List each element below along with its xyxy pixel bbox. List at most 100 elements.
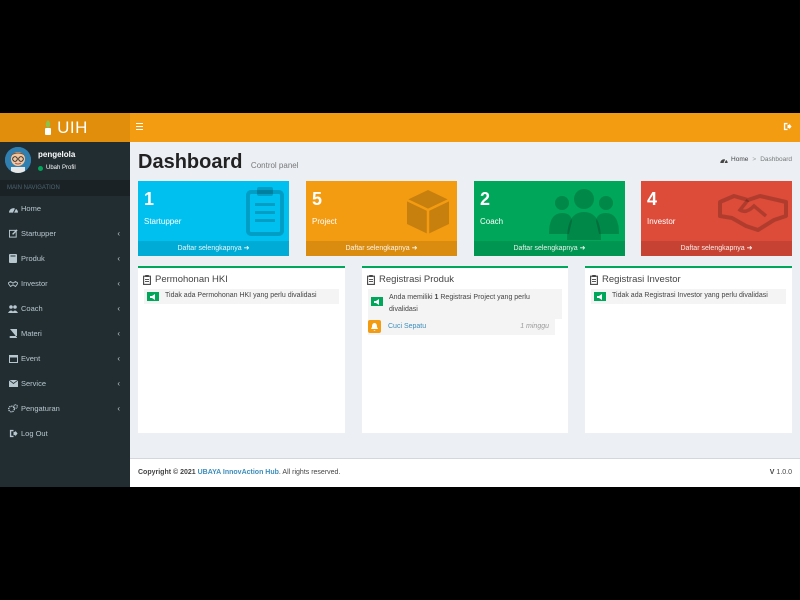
stat-count: 5 — [312, 189, 323, 209]
book-icon — [8, 254, 18, 264]
sidebar-item-label: Home — [21, 204, 42, 213]
sign-out-icon[interactable] — [783, 122, 792, 131]
stat-more-label: Daftar selengkapnya — [177, 245, 242, 252]
page-subtitle: Control panel — [250, 161, 299, 170]
sidebar-item-pengaturan[interactable]: Pengaturan ‹ — [0, 396, 130, 421]
edit-profile-link[interactable]: Ubah Profil — [38, 165, 76, 171]
alert-message: Anda memiliki 1 Registrasi Project yang … — [368, 289, 562, 319]
stat-more-label: Daftar selengkapnya — [345, 245, 410, 252]
stat-more-link[interactable]: Daftar selengkapnya ➜ — [641, 241, 792, 256]
list-item[interactable]: Cuci Sepatu 1 minggu — [368, 318, 555, 335]
alert-text: Tidak ada Registrasi Investor yang perlu… — [612, 292, 768, 299]
logo-icon — [45, 120, 52, 135]
clipboard-icon — [246, 187, 284, 236]
handshake-icon — [8, 279, 18, 289]
stat-box-startupper: 1 Startupper Daftar selengkapnya ➜ — [138, 181, 289, 256]
sidebar-item-coach[interactable]: Coach ‹ — [0, 296, 130, 321]
breadcrumb: Home > Dashboard — [720, 156, 792, 163]
sidebar-item-label: Produk — [21, 254, 45, 263]
stat-label: Project — [312, 217, 337, 226]
logo[interactable]: UIH — [0, 113, 130, 142]
stat-box-investor: 4 Investor Daftar selengkapnya ➜ — [641, 181, 792, 256]
stat-more-link[interactable]: Daftar selengkapnya ➜ — [138, 241, 289, 256]
chevron-left-icon: ‹ — [117, 279, 120, 288]
stat-box-coach: 2 Coach Daftar selengkapnya ➜ — [474, 181, 625, 256]
online-status-icon — [38, 165, 43, 171]
alert-message: Tidak ada Permohonan HKI yang perlu diva… — [144, 289, 339, 304]
edit-profile-label: Ubah Profil — [46, 165, 76, 171]
chevron-left-icon: ‹ — [117, 379, 120, 388]
chevron-left-icon: ‹ — [117, 354, 120, 363]
app-window: UIH pengelola Ubah Profil MAIN NAVIGATIO… — [0, 113, 800, 487]
users-icon — [8, 304, 18, 314]
breadcrumb-home[interactable]: Home — [731, 156, 748, 163]
stat-count: 2 — [480, 189, 491, 209]
sidebar-item-logout[interactable]: Log Out — [0, 421, 130, 446]
users-icon — [549, 189, 619, 240]
sidebar-item-label: Service — [21, 379, 47, 388]
stat-more-link[interactable]: Daftar selengkapnya ➜ — [306, 241, 457, 256]
bullhorn-icon — [594, 292, 606, 301]
sign-out-icon — [8, 429, 18, 439]
arrow-circle-right-icon: ➜ — [411, 245, 418, 252]
sidebar-item-service[interactable]: Service ‹ — [0, 371, 130, 396]
clipboard-icon — [590, 274, 598, 285]
alert-text: Anda memiliki 1 Registrasi Project yang … — [389, 294, 530, 313]
breadcrumb-current: Dashboard — [760, 156, 792, 163]
panel-title: Registrasi Investor — [590, 274, 681, 285]
panel-title: Registrasi Produk — [367, 274, 454, 285]
alert-text: Tidak ada Permohonan HKI yang perlu diva… — [165, 292, 317, 299]
sidebar-toggle-icon[interactable] — [136, 121, 146, 133]
item-link[interactable]: Cuci Sepatu — [388, 323, 426, 330]
sidebar-item-startupper[interactable]: Startupper ‹ — [0, 221, 130, 246]
gears-icon — [8, 404, 18, 414]
sidebar-item-home[interactable]: Home — [0, 196, 130, 221]
user-panel: pengelola Ubah Profil — [0, 142, 130, 180]
stat-box-project: 5 Project Daftar selengkapnya ➜ — [306, 181, 457, 256]
sidebar-item-label: Materi — [21, 329, 42, 338]
book-icon — [8, 329, 18, 339]
arrow-circle-right-icon: ➜ — [746, 245, 753, 252]
stat-more-label: Daftar selengkapnya — [680, 245, 745, 252]
stat-label: Startupper — [144, 217, 182, 226]
calendar-icon — [8, 354, 18, 364]
sidebar-item-label: Event — [21, 354, 41, 363]
chevron-left-icon: ‹ — [117, 304, 120, 313]
org-link[interactable]: UBAYA InnovAction Hub — [198, 469, 279, 476]
sidebar-item-investor[interactable]: Investor ‹ — [0, 271, 130, 296]
content-header: Dashboard Control panel — [138, 151, 299, 174]
arrow-circle-right-icon: ➜ — [579, 245, 586, 252]
avatar — [5, 147, 31, 173]
stat-more-link[interactable]: Daftar selengkapnya ➜ — [474, 241, 625, 256]
sidebar-item-materi[interactable]: Materi ‹ — [0, 321, 130, 346]
stat-more-label: Daftar selengkapnya — [513, 245, 578, 252]
sidebar-item-label: Coach — [21, 304, 43, 313]
panel-title-text: Permohonan HKI — [155, 274, 228, 285]
nav-header: MAIN NAVIGATION — [0, 180, 130, 196]
edit-icon — [8, 229, 18, 239]
envelope-icon — [8, 379, 18, 389]
logo-text: UIH — [57, 117, 88, 137]
bullhorn-icon — [147, 292, 159, 301]
sidebar: pengelola Ubah Profil MAIN NAVIGATION Ho… — [0, 142, 130, 487]
stat-label: Investor — [647, 217, 676, 226]
panel-registrasi-produk: Registrasi Produk Anda memiliki 1 Regist… — [362, 266, 568, 433]
copyright: Copyright © 2021 UBAYA InnovAction Hub. … — [138, 469, 341, 476]
breadcrumb-separator: > — [752, 156, 757, 163]
bell-icon — [368, 320, 381, 333]
bullhorn-icon — [371, 297, 383, 306]
stat-label: Coach — [480, 217, 504, 226]
panel-title-text: Registrasi Investor — [602, 274, 681, 285]
stat-count: 4 — [647, 189, 658, 209]
sidebar-item-event[interactable]: Event ‹ — [0, 346, 130, 371]
panel-title: Permohonan HKI — [143, 274, 228, 285]
sidebar-item-produk[interactable]: Produk ‹ — [0, 246, 130, 271]
sidebar-item-label: Investor — [21, 279, 48, 288]
clipboard-icon — [143, 274, 151, 285]
sidebar-item-label: Startupper — [21, 229, 57, 238]
alert-message: Tidak ada Registrasi Investor yang perlu… — [591, 289, 786, 304]
chevron-left-icon: ‹ — [117, 404, 120, 413]
clipboard-icon — [367, 274, 375, 285]
arrow-circle-right-icon: ➜ — [243, 245, 250, 252]
panel-title-text: Registrasi Produk — [379, 274, 454, 285]
